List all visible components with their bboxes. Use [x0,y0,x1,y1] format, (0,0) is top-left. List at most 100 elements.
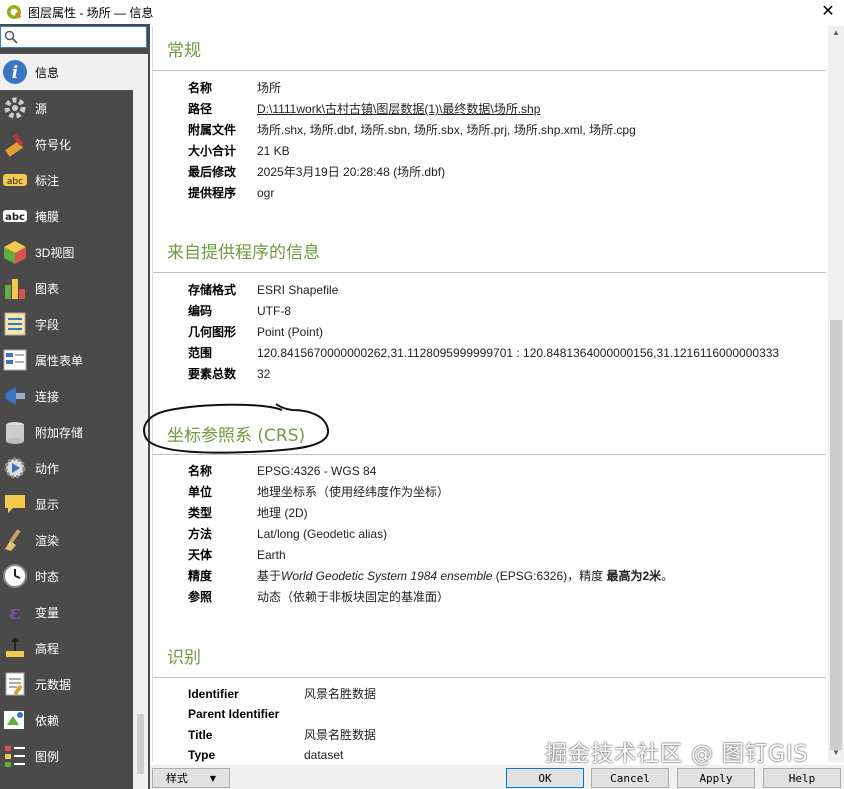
sidebar-item-label: 字段 [35,317,60,332]
row-value-part: World Geodetic System 1984 ensemble [281,569,493,583]
auxiliary-storage-icon [2,419,28,445]
row-value: 风景名胜数据 [304,687,377,701]
content-scrollbar[interactable]: ▲ ▼ [828,26,844,762]
sidebar-item[interactable]: 图例 [0,738,133,774]
path-link[interactable]: D:\1111work\古村古镇\图层数据(1)\最终数据\场所.shp [257,100,540,117]
elevation-icon [2,635,28,661]
title-bar: 图层属性 - 场所 — 信息 ✕ [0,0,844,24]
sidebar-scrollbar-thumb[interactable] [137,714,144,774]
crs-row: 名称 EPSG:4326 - WGS 84 [188,460,376,481]
identification-row: Parent Identifier [188,704,304,725]
close-button[interactable]: ✕ [818,2,838,22]
qgis-logo-icon [7,5,22,19]
section-divider [153,272,826,273]
sidebar-item[interactable]: 3D视图 [0,234,133,270]
apply-button[interactable]: Apply [677,768,755,788]
row-value: Lat/long (Geodetic alias) [257,526,388,541]
svg-text:i: i [12,63,18,83]
rendering-icon [2,527,28,553]
help-button[interactable]: Help [763,768,841,788]
sidebar-item-label: 连接 [35,389,60,404]
dropdown-arrow-icon: ▼ [209,773,217,783]
row-key: 参照 [188,590,213,604]
sidebar-item[interactable]: 源 [0,90,133,126]
sidebar-item[interactable]: 元数据 [0,666,133,702]
sidebar-item[interactable]: 显示 [0,486,133,522]
hand-drawn-circle-annotation [143,403,330,454]
row-value: UTF-8 [257,303,291,318]
sidebar-item[interactable]: 字段 [0,306,133,342]
row-key: 存储格式 [188,283,237,297]
sidebar-item[interactable]: 图表 [0,270,133,306]
sidebar-item[interactable]: 动作 [0,450,133,486]
temporal-icon [2,563,28,589]
actions-icon [2,455,28,481]
info-content: 常规 名称 场所 路径 D:\1111work\古村古镇\图层数据(1)\最终数据\场… [152,26,826,762]
sidebar-item[interactable]: 依赖 [0,702,133,738]
sidebar-item[interactable]: 高程 [0,630,133,666]
scroll-up-icon[interactable]: ▲ [828,28,844,42]
labels-icon: abc [2,167,28,193]
variables-icon: ε [2,599,28,625]
row-value: 风景名胜数据 [304,728,377,742]
sidebar-nav: i 信息源符号化 abc 标注 abc 掩膜 3D视图 图表 字段 属性表单 连接 附加存储 动作 显示渲… [0,54,133,774]
sidebar-item[interactable]: 渲染 [0,522,133,558]
search-box [0,26,147,48]
row-key: 最后修改 [188,165,237,179]
crs-row: 天体 Earth [188,544,286,565]
symbology-icon [2,131,28,157]
row-key: Parent Identifier [188,707,280,721]
sidebar-item[interactable]: 时态 [0,558,133,594]
search-icon [4,30,18,44]
watermark: 掘金技术社区 @ 图钉GIS [545,742,809,767]
sidebar-item-label: 源 [35,101,48,116]
crs-row: 单位 地理坐标系（使用经纬度作为坐标） [188,481,449,502]
sidebar-item-label: 元数据 [35,677,72,692]
search-input[interactable] [22,30,142,44]
diagram-icon [2,275,28,301]
row-key: 附属文件 [188,123,237,137]
identification-row: Type dataset [188,745,343,762]
row-value: Earth [257,547,286,562]
provider-row: 存储格式 ESRI Shapefile [188,279,338,300]
sidebar-item[interactable]: i 信息 [0,54,133,90]
row-value: 120.8415670000000262,31.1128095999999701… [257,345,780,360]
sidebar-item[interactable]: abc 掩膜 [0,198,133,234]
identification-row: Identifier 风景名胜数据 [188,683,376,704]
row-key: 路径 [188,102,213,116]
sidebar-item[interactable]: 属性表单 [0,342,133,378]
row-key: 名称 [188,464,213,478]
cancel-button[interactable]: Cancel [591,768,669,788]
row-key: 精度 [188,569,213,583]
row-key: 方法 [188,527,213,541]
style-button-label: 样式 [165,772,188,785]
row-key: 范围 [188,346,213,360]
row-key: 天体 [188,548,213,562]
crs-row: 精度 基于World Geodetic System 1984 ensemble … [188,565,673,586]
sidebar-item-label: 符号化 [35,137,72,152]
sidebar-item[interactable]: 连接 [0,378,133,414]
sidebar-item[interactable]: 附加存储 [0,414,133,450]
sidebar-item-label: 掩膜 [35,209,60,224]
row-value-part: 最高为2米 [606,569,662,583]
row-value: 地理 (2D) [257,506,308,520]
row-key: Identifier [188,686,239,701]
info-icon: i [2,59,28,85]
row-value-part: 。 [661,569,674,583]
fields-icon [2,311,28,337]
sidebar-item[interactable]: ε 变量 [0,594,133,630]
section-divider [153,70,826,71]
sidebar-item[interactable]: 符号化 [0,126,133,162]
row-value: Point (Point) [257,324,324,339]
row-value: 2025年3月19日 20:28:48 (场所.dbf) [257,165,446,179]
content-scrollbar-thumb[interactable] [830,320,842,750]
source-icon [2,95,28,121]
row-key: 类型 [188,506,213,520]
sidebar-item[interactable]: abc 标注 [0,162,133,198]
mask-icon: abc [2,203,28,229]
style-dropdown-button[interactable]: 样式 ▼ [152,768,230,788]
row-value: 地理坐标系（使用经纬度作为坐标） [257,485,450,499]
scroll-down-icon[interactable]: ▼ [828,748,844,762]
3d-view-icon [2,239,28,265]
ok-button[interactable]: OK [506,768,584,788]
